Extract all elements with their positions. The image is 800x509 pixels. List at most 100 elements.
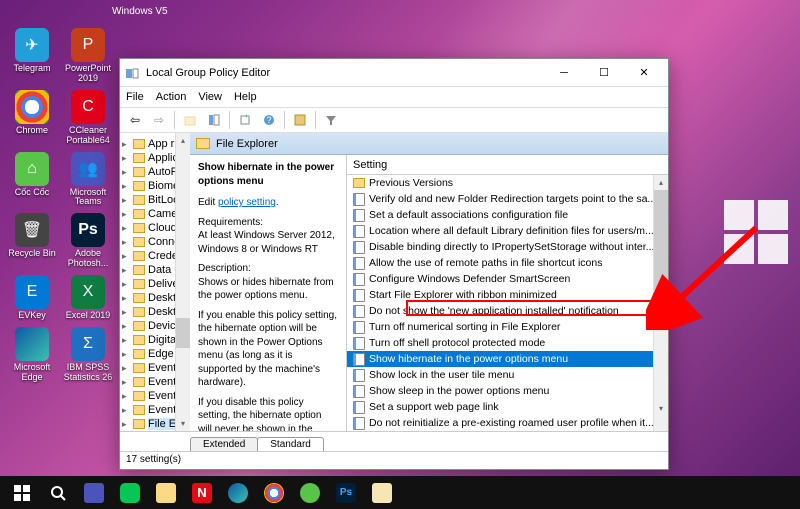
setting-label: Verify old and new Folder Redirection ta… xyxy=(369,193,656,205)
setting-row[interactable]: Verify old and new Folder Redirection ta… xyxy=(347,191,668,207)
app-icon xyxy=(124,65,140,81)
setting-row[interactable]: Do not show the 'new application install… xyxy=(347,303,668,319)
menu-file[interactable]: File xyxy=(126,91,144,103)
tab-standard[interactable]: Standard xyxy=(257,437,324,451)
help-button[interactable]: ? xyxy=(258,110,280,130)
policy-icon xyxy=(353,241,365,253)
setting-row[interactable]: Turn off shell protocol protected mode xyxy=(347,335,668,351)
forward-button[interactable]: ⇨ xyxy=(148,110,170,130)
taskbar-chrome[interactable] xyxy=(256,476,292,509)
setting-row[interactable]: Configure Windows Defender SmartScreen xyxy=(347,271,668,287)
setting-row[interactable]: Allow the use of remote paths in file sh… xyxy=(347,255,668,271)
policy-icon xyxy=(353,257,365,269)
maximize-button[interactable]: ☐ xyxy=(584,60,624,86)
status-bar: 17 setting(s) xyxy=(120,451,668,469)
menu-view[interactable]: View xyxy=(198,91,222,103)
taskbar-coccoc[interactable] xyxy=(292,476,328,509)
desktop-icon-microsoft-teams[interactable]: 👥Microsoft Teams xyxy=(62,152,114,208)
desktop-watermark: Windows V5 xyxy=(112,6,168,17)
back-button[interactable]: ⇦ xyxy=(124,110,146,130)
export-button[interactable] xyxy=(234,110,256,130)
taskbar-notepad[interactable] xyxy=(364,476,400,509)
setting-label: Do not show the 'new application install… xyxy=(369,305,619,317)
policy-icon xyxy=(353,193,365,205)
minimize-button[interactable]: ─ xyxy=(544,60,584,86)
desktop-icon-ibm-spss-statistics-26[interactable]: ΣIBM SPSS Statistics 26 xyxy=(62,327,114,383)
menu-help[interactable]: Help xyxy=(234,91,257,103)
settings-column-header[interactable]: Setting xyxy=(347,155,668,175)
taskbar[interactable]: N Ps xyxy=(0,476,800,509)
setting-label: Show sleep in the power options menu xyxy=(369,385,549,397)
taskbar-photoshop[interactable]: Ps xyxy=(328,476,364,509)
setting-label: Show lock in the user tile menu xyxy=(369,369,514,381)
policy-icon xyxy=(353,337,365,349)
desktop-icon-evkey[interactable]: EEVKey xyxy=(6,275,58,321)
close-button[interactable]: ✕ xyxy=(624,60,664,86)
setting-label: Do not reinitialize a pre-existing roame… xyxy=(369,417,654,429)
policy-icon xyxy=(353,401,365,413)
setting-row[interactable]: Disable binding directly to IPropertySet… xyxy=(347,239,668,255)
setting-row[interactable]: Do not reinitialize a pre-existing roame… xyxy=(347,415,668,431)
menubar: File Action View Help xyxy=(120,87,668,107)
setting-label: Set a support web page link xyxy=(369,401,499,413)
menu-action[interactable]: Action xyxy=(156,91,187,103)
policy-icon xyxy=(353,385,365,397)
desktop-icon-ccleaner-portable64[interactable]: CCCleaner Portable64 xyxy=(62,90,114,146)
desktop-icon-excel-2019[interactable]: XExcel 2019 xyxy=(62,275,114,321)
titlebar[interactable]: Local Group Policy Editor ─ ☐ ✕ xyxy=(120,59,668,87)
setting-row[interactable]: Show hibernate in the power options menu xyxy=(347,351,668,367)
content-header: File Explorer xyxy=(190,133,668,155)
taskbar-netflix[interactable]: N xyxy=(184,476,220,509)
setting-title: Show hibernate in the power options menu xyxy=(198,161,338,188)
setting-row[interactable]: Previous Versions xyxy=(347,175,668,191)
taskbar-explorer[interactable] xyxy=(148,476,184,509)
nav-tree[interactable]: ▴▾ ▸App ru▸Applic▸AutoPl▸Biome▸BitLoc▸Ca… xyxy=(120,133,190,431)
setting-row[interactable]: Turn off numerical sorting in File Explo… xyxy=(347,319,668,335)
tab-extended[interactable]: Extended xyxy=(190,437,258,451)
up-button[interactable] xyxy=(179,110,201,130)
policy-icon xyxy=(353,209,365,221)
properties-button[interactable] xyxy=(289,110,311,130)
setting-row[interactable]: Start File Explorer with ribbon minimize… xyxy=(347,287,668,303)
settings-list[interactable]: Previous Versions Verify old and new Fold… xyxy=(347,175,668,431)
toolbar: ⇦ ⇨ ? xyxy=(120,107,668,133)
start-button[interactable] xyxy=(4,476,40,509)
setting-row[interactable]: Show sleep in the power options menu xyxy=(347,383,668,399)
taskbar-teams[interactable] xyxy=(76,476,112,509)
setting-row[interactable]: Set a default associations configuration… xyxy=(347,207,668,223)
taskbar-edge[interactable] xyxy=(220,476,256,509)
desktop-icons: ✈TelegramPPowerPoint 2019ChromeCCCleaner… xyxy=(6,28,116,383)
setting-row[interactable]: Show lock in the user tile menu xyxy=(347,367,668,383)
desktop-icon-adobe-photosh-[interactable]: PsAdobe Photosh... xyxy=(62,213,114,269)
setting-label: Allow the use of remote paths in file sh… xyxy=(369,257,602,269)
show-hide-tree-button[interactable] xyxy=(203,110,225,130)
policy-icon xyxy=(353,369,365,381)
desktop-icon-recycle-bin[interactable]: 🗑Recycle Bin xyxy=(6,213,58,269)
desktop-icon-chrome[interactable]: Chrome xyxy=(6,90,58,146)
desktop-icon-telegram[interactable]: ✈Telegram xyxy=(6,28,58,84)
setting-row[interactable]: Location where all default Library defin… xyxy=(347,223,668,239)
policy-icon xyxy=(353,305,365,317)
edit-policy-link[interactable]: policy setting xyxy=(218,197,276,208)
desktop-icon-microsoft-edge[interactable]: Microsoft Edge xyxy=(6,327,58,383)
tree-scrollbar[interactable]: ▴▾ xyxy=(175,133,190,431)
setting-label: Turn off numerical sorting in File Explo… xyxy=(369,321,560,333)
description-pane: Show hibernate in the power options menu… xyxy=(190,155,346,431)
setting-label: Turn off shell protocol protected mode xyxy=(369,337,545,349)
search-button[interactable] xyxy=(40,476,76,509)
svg-text:?: ? xyxy=(266,115,271,125)
setting-label: Location where all default Library defin… xyxy=(369,225,654,237)
settings-scrollbar-v[interactable]: ▴▾ xyxy=(653,175,668,431)
settings-pane: Setting Previous Versions Verify old and … xyxy=(346,155,668,431)
view-tabs: Extended Standard xyxy=(120,431,668,451)
filter-button[interactable] xyxy=(320,110,342,130)
desktop-icon-c-c-c-c[interactable]: ⌂Cốc Cốc xyxy=(6,152,58,208)
folder-icon xyxy=(196,138,210,149)
setting-row[interactable]: Set a support web page link xyxy=(347,399,668,415)
desktop-icon-powerpoint-2019[interactable]: PPowerPoint 2019 xyxy=(62,28,114,84)
header-folder-name: File Explorer xyxy=(216,138,278,150)
policy-icon xyxy=(353,225,365,237)
policy-icon xyxy=(353,289,365,301)
taskbar-line[interactable] xyxy=(112,476,148,509)
policy-icon xyxy=(353,321,365,333)
